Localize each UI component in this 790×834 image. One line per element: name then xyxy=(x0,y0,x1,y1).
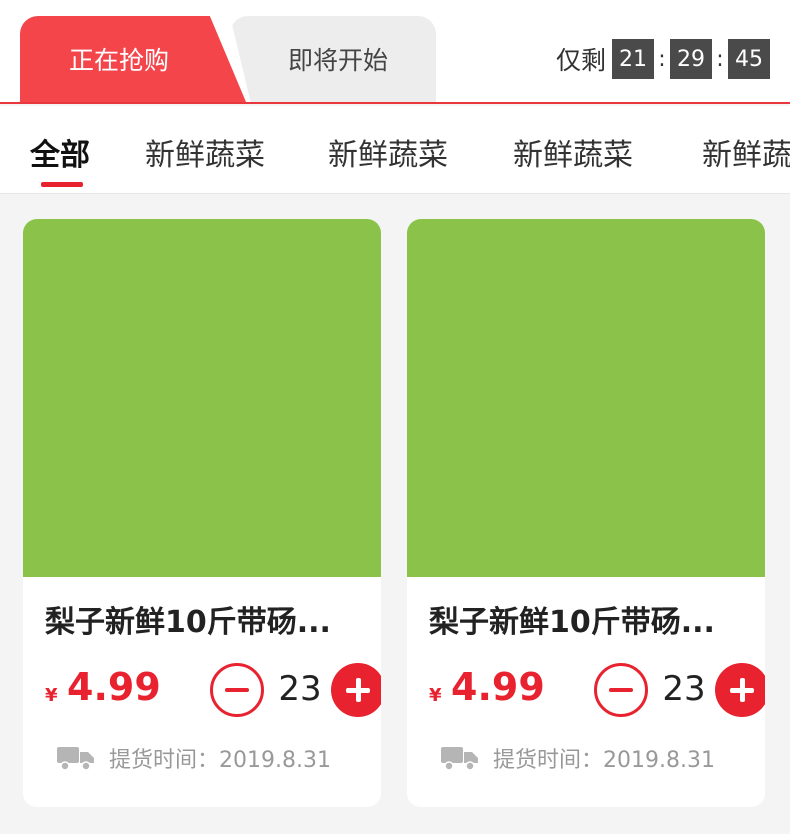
category-tab[interactable]: 新鲜蔬菜 xyxy=(328,130,448,174)
pickup-time: 提货时间：2019.8.31 xyxy=(57,743,331,773)
truck-icon xyxy=(441,747,478,771)
product-image[interactable] xyxy=(407,219,765,577)
category-tab-all[interactable]: 全部 xyxy=(30,130,90,174)
tab-on-sale-label: 正在抢购 xyxy=(68,46,169,75)
product-price: 4.99 xyxy=(451,665,545,709)
decrease-quantity-button[interactable] xyxy=(594,663,648,717)
tab-on-sale[interactable]: 正在抢购 xyxy=(20,16,246,102)
truck-icon xyxy=(57,747,94,771)
category-tab-bar: 全部 新鲜蔬菜 新鲜蔬菜 新鲜蔬菜 新鲜蔬 xyxy=(0,106,790,194)
product-card[interactable]: 梨子新鲜10斤带砀... ¥ 4.99 23 提货时间：2019.8.31 xyxy=(23,219,381,807)
countdown-label: 仅剩 xyxy=(555,46,606,75)
countdown-hours: 21 xyxy=(612,39,654,79)
tab-coming-soon-label: 即将开始 xyxy=(287,46,388,75)
currency-symbol: ¥ xyxy=(45,685,58,706)
tab-coming-soon[interactable]: 即将开始 xyxy=(230,16,436,102)
price-row: ¥ 4.99 23 xyxy=(45,661,381,717)
currency-symbol: ¥ xyxy=(429,685,442,706)
category-tab[interactable]: 新鲜蔬 xyxy=(702,130,790,174)
pickup-date: 2019.8.31 xyxy=(219,748,331,773)
quantity-value: 23 xyxy=(278,669,322,709)
decrease-quantity-button[interactable] xyxy=(210,663,264,717)
countdown-separator: : xyxy=(716,46,724,72)
product-price: 4.99 xyxy=(67,665,161,709)
countdown-minutes: 29 xyxy=(670,39,712,79)
pickup-time: 提货时间：2019.8.31 xyxy=(441,743,715,773)
pickup-label: 提货时间： xyxy=(493,748,604,773)
increase-quantity-button[interactable] xyxy=(715,663,765,717)
countdown-seconds: 45 xyxy=(728,39,770,79)
product-title[interactable]: 梨子新鲜10斤带砀... xyxy=(45,597,331,641)
increase-quantity-button[interactable] xyxy=(331,663,381,717)
category-tab[interactable]: 新鲜蔬菜 xyxy=(145,130,265,174)
product-card[interactable]: 梨子新鲜10斤带砀... ¥ 4.99 23 提货时间：2019.8.31 xyxy=(407,219,765,807)
countdown-timer: 仅剩 21 : 29 : 45 xyxy=(556,38,770,80)
product-image[interactable] xyxy=(23,219,381,577)
product-title[interactable]: 梨子新鲜10斤带砀... xyxy=(429,597,715,641)
countdown-separator: : xyxy=(658,46,666,72)
quantity-value: 23 xyxy=(662,669,706,709)
sale-tab-bar: 正在抢购 即将开始 仅剩 21 : 29 : 45 xyxy=(0,0,790,104)
active-category-indicator xyxy=(41,182,83,187)
pickup-label: 提货时间： xyxy=(109,748,220,773)
pickup-date: 2019.8.31 xyxy=(603,748,715,773)
category-tab[interactable]: 新鲜蔬菜 xyxy=(513,130,633,174)
price-row: ¥ 4.99 23 xyxy=(429,661,765,717)
